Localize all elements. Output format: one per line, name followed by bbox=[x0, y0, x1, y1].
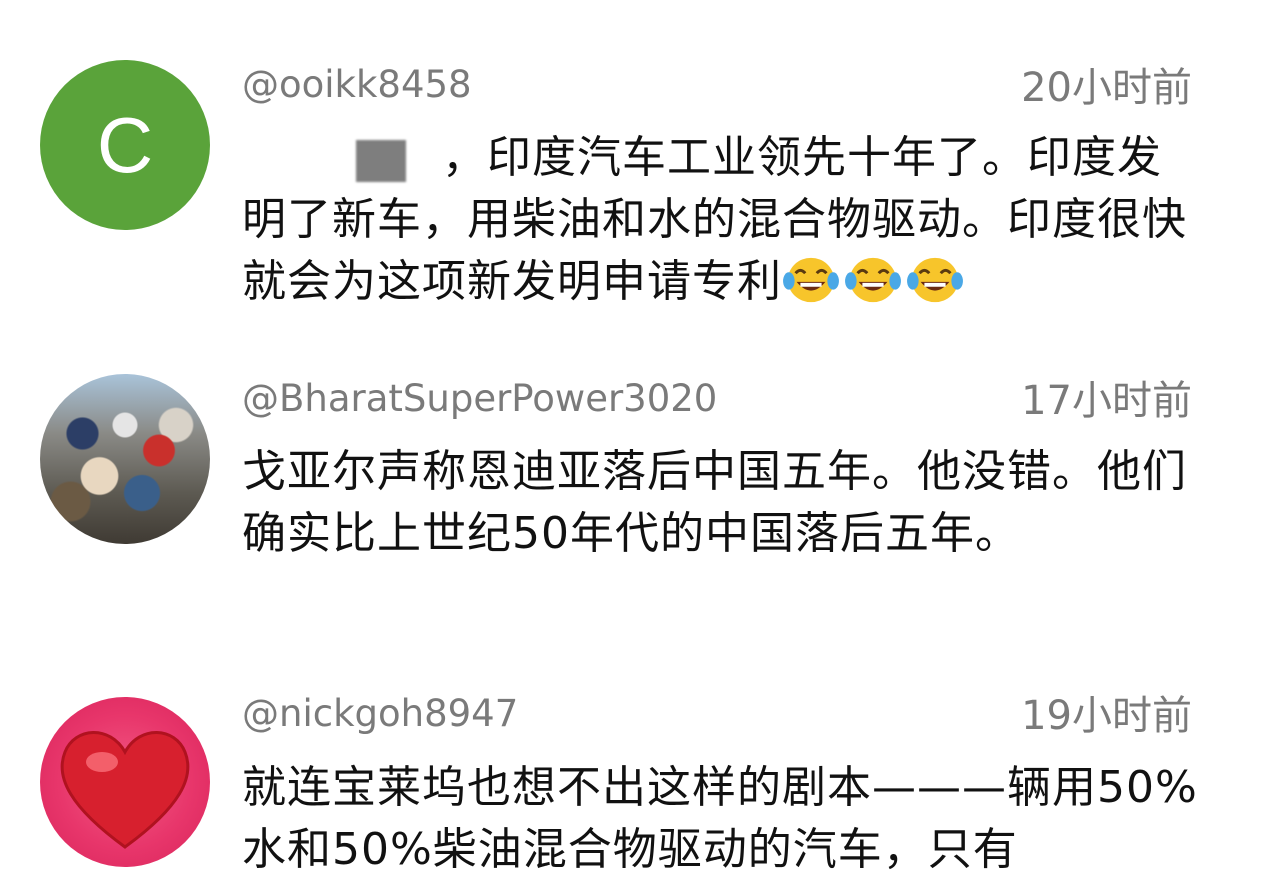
comment-text: 就连宝莱坞也想不出这样的剧本———辆用50%水和50%柴油混合物驱动的汽车，只有 bbox=[242, 762, 1198, 875]
avatar[interactable]: C bbox=[40, 60, 210, 230]
avatar[interactable] bbox=[40, 374, 210, 544]
username[interactable]: @nickgoh8947 bbox=[242, 695, 518, 732]
laughing-tears-icon bbox=[782, 256, 844, 307]
avatar-letter: C bbox=[96, 100, 154, 189]
username[interactable]: @ooikk8458 bbox=[242, 66, 472, 103]
laughing-tears-icon bbox=[844, 256, 906, 307]
timestamp: 17小时前 bbox=[1021, 378, 1192, 424]
laughing-tears-icon bbox=[906, 256, 968, 307]
redacted-text bbox=[242, 140, 442, 182]
timestamp: 19小时前 bbox=[1021, 693, 1192, 739]
username[interactable]: @BharatSuperPower3020 bbox=[242, 380, 717, 417]
avatar[interactable] bbox=[40, 697, 210, 867]
timestamp: 20小时前 bbox=[1021, 65, 1192, 111]
comment-text: ，印度汽车工业领先十年了。印度发明了新车，用柴油和水的混合物驱动。印度很快就会为… bbox=[242, 127, 1202, 313]
heart-icon bbox=[60, 731, 190, 849]
comment-text: 戈亚尔声称恩迪亚落后中国五年。他没错。他们确实比上世纪50年代的中国落后五年。 bbox=[242, 446, 1187, 559]
